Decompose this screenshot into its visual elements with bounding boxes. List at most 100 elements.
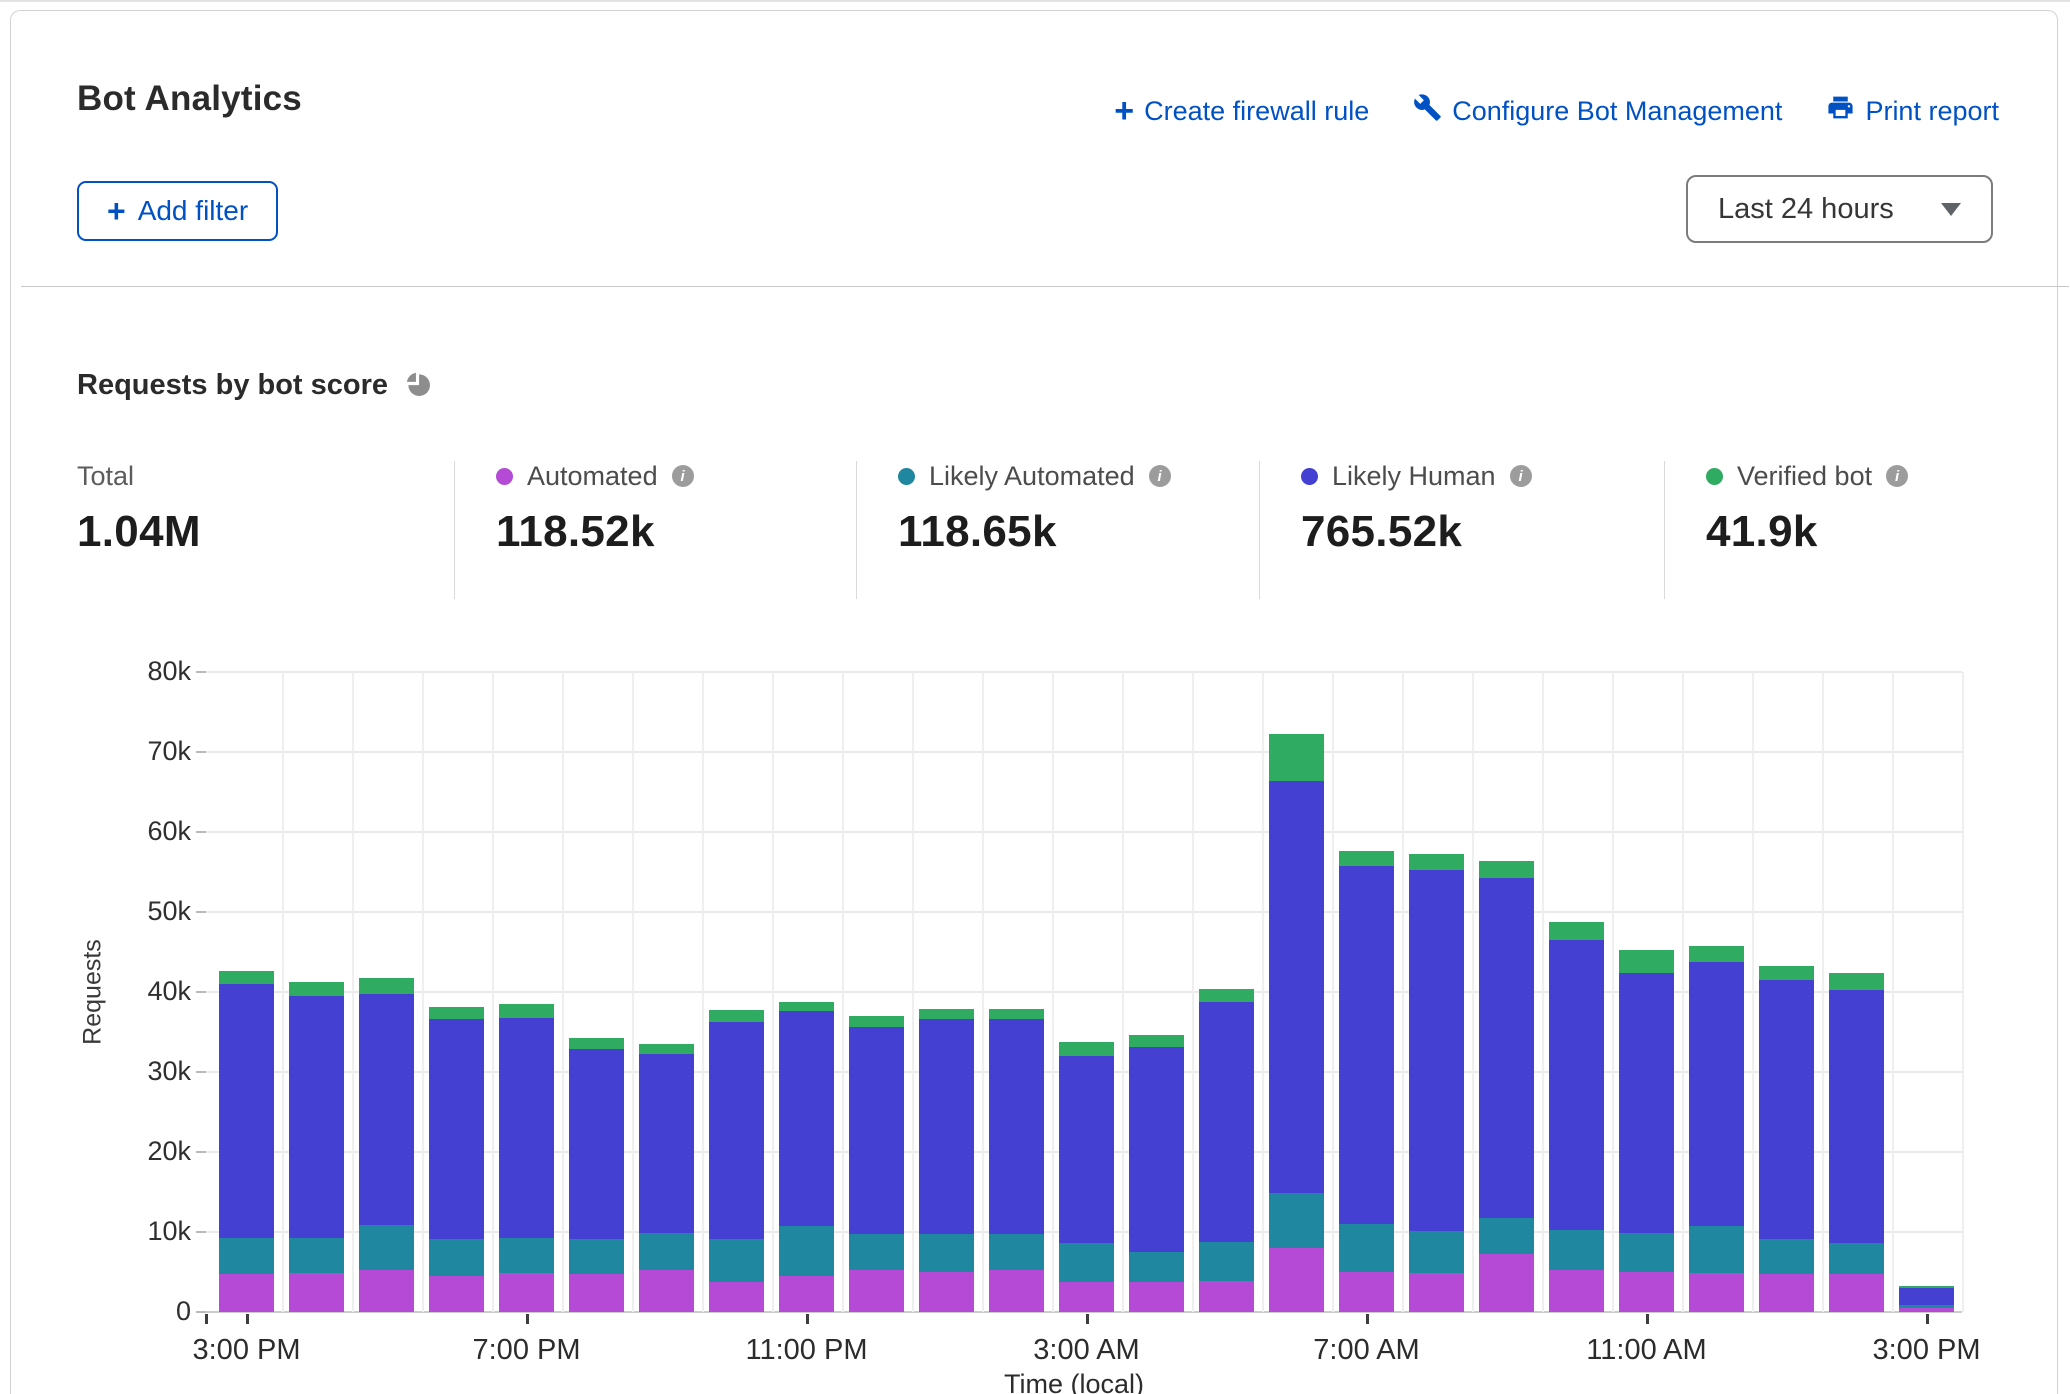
v-gridline bbox=[1542, 672, 1544, 1312]
bar-segment-verified-bot bbox=[1899, 1286, 1954, 1288]
y-axis-tick-label: 30k bbox=[11, 1056, 191, 1087]
bar-segment-likely-human bbox=[1619, 973, 1674, 1233]
bar-segment-verified-bot bbox=[1409, 854, 1464, 869]
bar-segment-automated bbox=[1199, 1281, 1254, 1312]
bar-segment-automated bbox=[1479, 1254, 1534, 1312]
v-gridline bbox=[492, 672, 494, 1312]
bar-segment-verified-bot bbox=[709, 1010, 764, 1021]
x-axis-tick bbox=[246, 1314, 249, 1324]
bar-segment-likely-automated bbox=[1829, 1243, 1884, 1273]
bar-segment-verified-bot bbox=[1479, 861, 1534, 878]
x-axis-tick bbox=[806, 1314, 809, 1324]
bar-segment-likely-human bbox=[1409, 870, 1464, 1232]
bar-segment-automated bbox=[1619, 1272, 1674, 1312]
bar-segment-verified-bot bbox=[359, 978, 414, 994]
bar-segment-automated bbox=[1059, 1282, 1114, 1312]
bar-segment-likely-automated bbox=[1619, 1233, 1674, 1272]
x-axis-title: Time (local) bbox=[914, 1369, 1234, 1394]
v-gridline bbox=[422, 672, 424, 1312]
y-axis-tick bbox=[196, 751, 206, 753]
bar-segment-verified-bot bbox=[1059, 1042, 1114, 1056]
y-axis-tick bbox=[196, 831, 206, 833]
bar-segment-verified-bot bbox=[1619, 950, 1674, 972]
v-gridline bbox=[1402, 672, 1404, 1312]
x-axis-tick bbox=[1086, 1314, 1089, 1324]
x-axis-tick-label: 3:00 AM bbox=[977, 1334, 1197, 1367]
y-axis-tick-label: 40k bbox=[11, 976, 191, 1007]
y-axis-tick-label: 80k bbox=[11, 656, 191, 687]
bar-segment-likely-human bbox=[1479, 878, 1534, 1218]
bar-segment-automated bbox=[639, 1270, 694, 1312]
bar-segment-verified-bot bbox=[779, 1002, 834, 1012]
bar-segment-likely-human bbox=[919, 1019, 974, 1233]
bar-segment-likely-automated bbox=[849, 1234, 904, 1270]
v-gridline bbox=[982, 672, 984, 1312]
v-gridline bbox=[632, 672, 634, 1312]
bar-segment-likely-human bbox=[1199, 1002, 1254, 1242]
bar-segment-likely-human bbox=[1899, 1288, 1954, 1305]
y-axis-tick-label: 10k bbox=[11, 1216, 191, 1247]
bar-segment-likely-human bbox=[1129, 1047, 1184, 1252]
h-gridline bbox=[206, 671, 1962, 673]
bar-segment-automated bbox=[1129, 1282, 1184, 1312]
bar-segment-likely-human bbox=[779, 1011, 834, 1225]
v-gridline bbox=[1122, 672, 1124, 1312]
bar-segment-likely-automated bbox=[429, 1239, 484, 1276]
bar-segment-verified-bot bbox=[1759, 966, 1814, 980]
bar-segment-likely-human bbox=[1059, 1056, 1114, 1243]
bar-segment-verified-bot bbox=[639, 1044, 694, 1054]
y-axis-tick bbox=[196, 991, 206, 993]
bar-segment-verified-bot bbox=[989, 1009, 1044, 1019]
bar-segment-likely-human bbox=[499, 1018, 554, 1238]
v-gridline bbox=[702, 672, 704, 1312]
bar-segment-automated bbox=[359, 1270, 414, 1312]
v-gridline bbox=[912, 672, 914, 1312]
x-axis-tick-label: 3:00 PM bbox=[137, 1334, 357, 1367]
bar-segment-verified-bot bbox=[1339, 851, 1394, 865]
v-gridline bbox=[1192, 672, 1194, 1312]
y-axis-tick bbox=[196, 911, 206, 913]
bar-segment-likely-human bbox=[989, 1019, 1044, 1234]
v-gridline bbox=[1262, 672, 1264, 1312]
bar-segment-verified-bot bbox=[219, 971, 274, 984]
bar-segment-automated bbox=[849, 1270, 904, 1312]
bar-segment-likely-automated bbox=[1129, 1252, 1184, 1282]
bar-segment-verified-bot bbox=[1269, 734, 1324, 781]
bar-segment-automated bbox=[989, 1270, 1044, 1312]
v-gridline bbox=[772, 672, 774, 1312]
bar-segment-likely-automated bbox=[1339, 1224, 1394, 1272]
x-axis-tick bbox=[526, 1314, 529, 1324]
bar-segment-verified-bot bbox=[569, 1038, 624, 1048]
bar-segment-automated bbox=[1759, 1274, 1814, 1312]
bar-segment-likely-automated bbox=[639, 1233, 694, 1271]
y-axis-tick bbox=[196, 1071, 206, 1073]
y-axis-tick-label: 50k bbox=[11, 896, 191, 927]
bar-segment-likely-automated bbox=[709, 1239, 764, 1281]
bar-segment-verified-bot bbox=[1129, 1035, 1184, 1047]
bar-segment-likely-automated bbox=[1899, 1305, 1954, 1308]
x-axis-tick-label: 3:00 PM bbox=[1817, 1334, 2037, 1367]
bar-segment-likely-automated bbox=[779, 1226, 834, 1276]
bar-segment-likely-automated bbox=[1059, 1243, 1114, 1281]
bar-segment-verified-bot bbox=[1829, 973, 1884, 991]
bar-segment-likely-automated bbox=[1759, 1239, 1814, 1273]
bar-segment-automated bbox=[1339, 1272, 1394, 1312]
bar-segment-likely-human bbox=[359, 994, 414, 1225]
bar-segment-likely-automated bbox=[289, 1238, 344, 1273]
bar-segment-automated bbox=[1689, 1273, 1744, 1312]
bar-segment-automated bbox=[429, 1276, 484, 1312]
bar-segment-automated bbox=[569, 1274, 624, 1312]
x-axis-tick bbox=[1646, 1314, 1649, 1324]
x-axis-tick bbox=[1366, 1314, 1369, 1324]
bar-segment-automated bbox=[499, 1273, 554, 1312]
bar-segment-automated bbox=[709, 1282, 764, 1312]
v-gridline bbox=[842, 672, 844, 1312]
bar-segment-verified-bot bbox=[1199, 989, 1254, 1002]
bar-segment-verified-bot bbox=[289, 982, 344, 996]
x-axis-tick-label: 7:00 AM bbox=[1257, 1334, 1477, 1367]
v-gridline bbox=[1752, 672, 1754, 1312]
v-gridline bbox=[1332, 672, 1334, 1312]
x-axis-tick bbox=[205, 1314, 208, 1324]
bar-segment-automated bbox=[919, 1272, 974, 1312]
x-axis-tick-label: 7:00 PM bbox=[417, 1334, 637, 1367]
